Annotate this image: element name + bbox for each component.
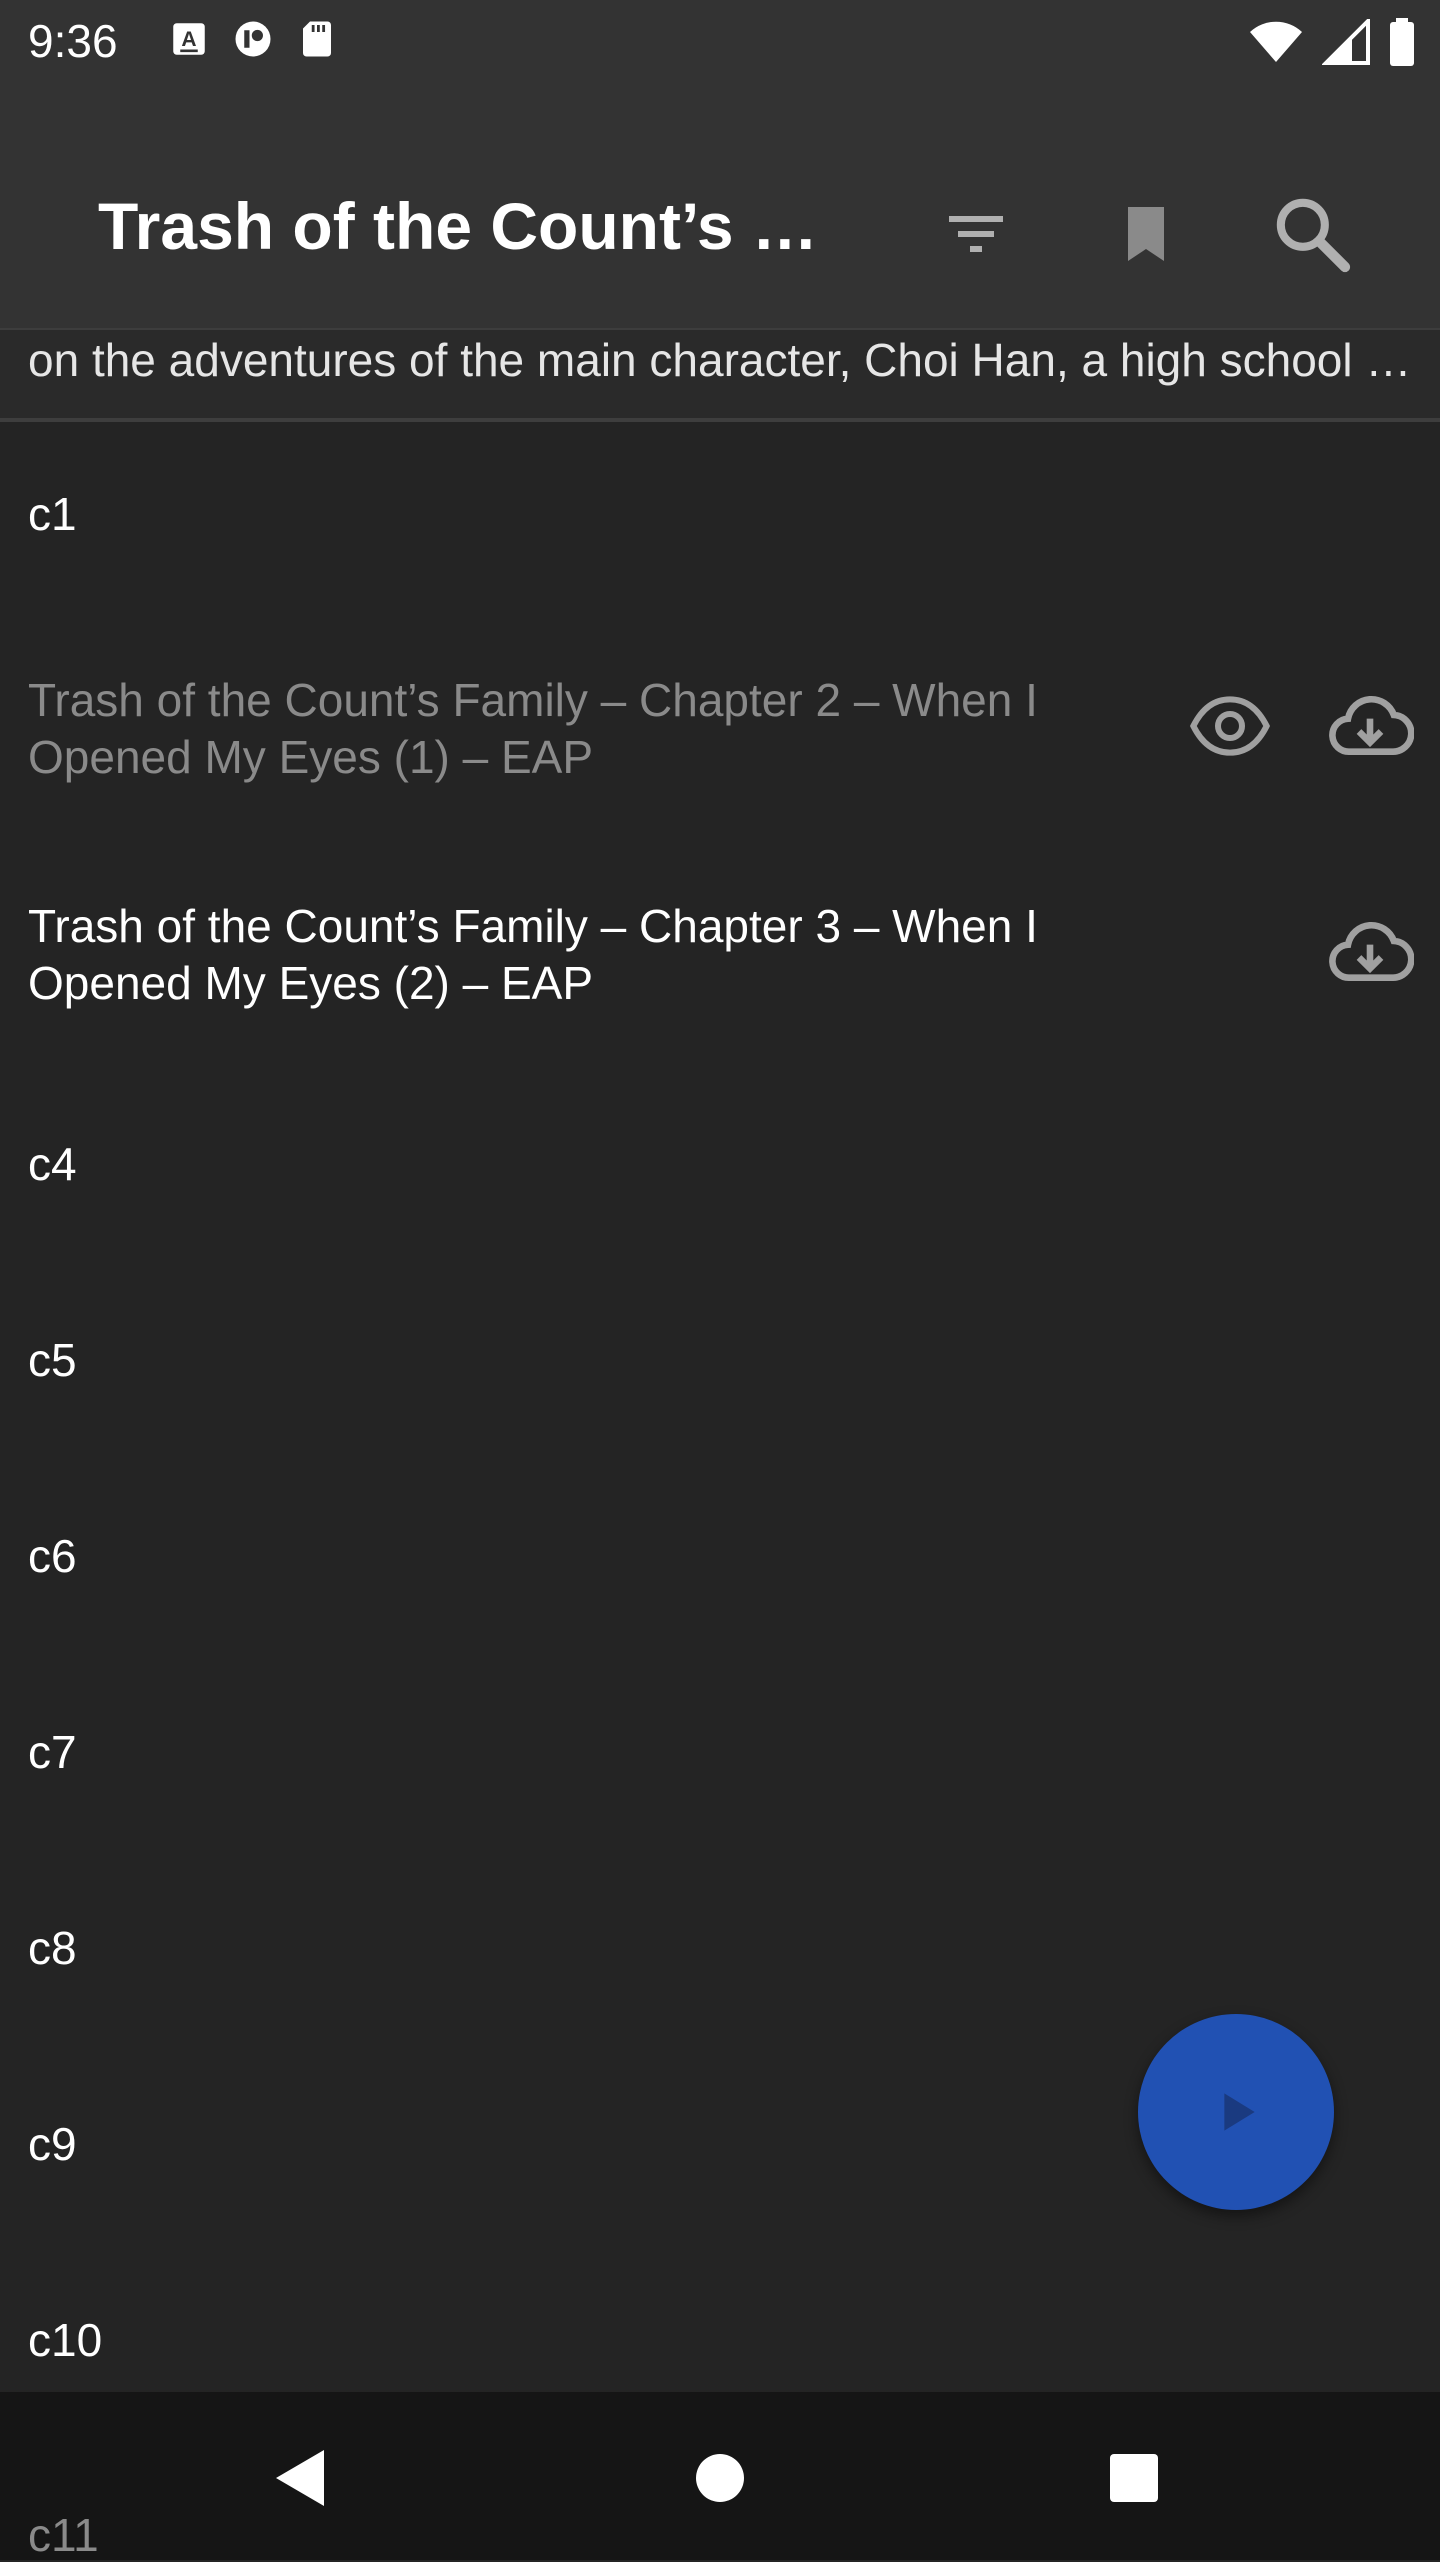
eye-icon (1190, 696, 1270, 756)
description-text: on the adventures of the main character,… (28, 334, 1420, 386)
chapter-title: c4 (28, 1138, 77, 1190)
wifi-icon (1250, 21, 1302, 62)
list-item[interactable]: c5 (0, 1266, 1440, 1462)
page-title: Trash of the Count’s Family (98, 189, 858, 263)
resume-reading-button[interactable] (1138, 2014, 1334, 2210)
filter-button[interactable] (928, 186, 1024, 282)
list-item[interactable]: c7 (0, 1658, 1440, 1854)
back-button[interactable] (250, 2428, 350, 2528)
bookmark-button[interactable] (1098, 186, 1194, 282)
chapter-title: c5 (28, 1334, 77, 1386)
svg-text:A: A (181, 28, 196, 51)
chapter-title: c1 (28, 488, 77, 540)
keyboard-a-icon: A (173, 23, 205, 55)
mark-read-button[interactable] (1182, 678, 1278, 774)
status-time: 9:36 (28, 15, 118, 67)
play-icon (1224, 2093, 1255, 2131)
battery-icon (1390, 18, 1414, 66)
chapter-title: Trash of the Count’s Family – Chapter 3 … (28, 900, 1038, 1009)
cloud-download-icon (1329, 696, 1414, 755)
list-item[interactable]: c1 (0, 420, 1440, 616)
recents-button[interactable] (1084, 2428, 1184, 2528)
app-bar: Trash of the Count’s Family (0, 84, 1440, 330)
filter-icon (949, 216, 1003, 252)
home-button[interactable] (670, 2428, 770, 2528)
list-item[interactable]: Trash of the Count’s Family – Chapter 3 … (0, 844, 1440, 1070)
list-item[interactable]: c10 (0, 2246, 1440, 2392)
sync-icon (235, 21, 271, 57)
chapter-title: c8 (28, 1922, 77, 1974)
novel-description[interactable]: on the adventures of the main character,… (0, 330, 1440, 422)
recents-icon (1110, 2454, 1158, 2502)
status-bar: 9:36 A (0, 0, 1440, 84)
list-item[interactable]: Trash of the Count’s Family – Chapter 2 … (0, 616, 1440, 844)
chapter-title: c10 (28, 2314, 103, 2366)
sd-card-icon (303, 21, 331, 57)
signal-icon (1322, 19, 1370, 65)
status-right-icons (1248, 18, 1416, 66)
chapter-title: c9 (28, 2118, 77, 2170)
chapter-title: c7 (28, 1726, 77, 1778)
list-item[interactable]: c6 (0, 1462, 1440, 1658)
cloud-download-icon (1329, 922, 1414, 981)
status-left-icons: A (168, 18, 338, 60)
download-button[interactable] (1322, 904, 1418, 1000)
chapter-title: c11 (28, 2509, 99, 2561)
download-button[interactable] (1322, 678, 1418, 774)
system-nav-bar (0, 2392, 1440, 2560)
list-item[interactable]: c4 (0, 1070, 1440, 1266)
bookmark-icon (1128, 207, 1164, 261)
back-icon (276, 2450, 324, 2506)
search-button[interactable] (1264, 186, 1360, 282)
chapter-title: Trash of the Count’s Family – Chapter 2 … (28, 674, 1038, 783)
search-icon (1276, 198, 1351, 273)
home-icon (696, 2454, 744, 2502)
chapter-title: c6 (28, 1530, 77, 1582)
